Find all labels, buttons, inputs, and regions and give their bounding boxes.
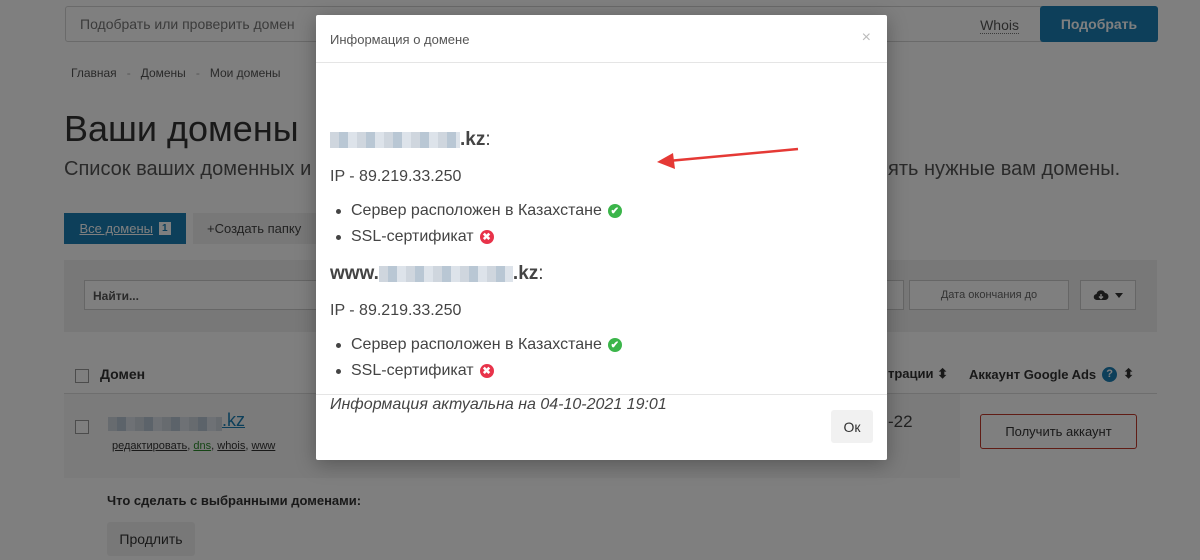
modal-footer: Ок [316,394,887,460]
list-item-text: SSL-сертификат [351,228,474,245]
list-item-text: Сервер расположен в Казахстане [351,202,602,219]
modal-body: .kz : IP - 89.219.33.250 Сервер располож… [316,63,887,413]
ip-address: IP - 89.219.33.250 [330,302,462,319]
cross-circle-icon: ✖ [479,364,494,378]
domain-colon: : [538,263,544,284]
list-item: Сервер расположен в Казахстане ✔ [330,336,622,354]
redacted-domain-name [330,132,460,148]
modal-header: Информация о домене × [316,15,887,63]
bullet-dot [336,368,341,374]
domain-suffix: .kz [512,263,539,284]
page: Подобрать или проверить домен Whois Подо… [0,0,1200,560]
domain-prefix: www. [330,263,379,284]
bullet-dot [336,234,341,240]
bullet-dot [336,208,341,214]
domain-info-modal: Информация о домене × .kz : IP - 89.219.… [316,15,887,460]
ip-address: IP - 89.219.33.250 [330,168,462,185]
list-item-text: SSL-сертификат [351,362,474,379]
list-item: SSL-сертификат ✖ [330,362,494,380]
domain-heading: www. .kz : [330,263,544,285]
bullet-dot [336,342,341,348]
domain-colon: : [485,129,491,150]
list-item: SSL-сертификат ✖ [330,228,494,246]
ok-button[interactable]: Ок [831,410,873,443]
check-circle-icon: ✔ [607,338,622,352]
list-item-text: Сервер расположен в Казахстане [351,336,602,353]
modal-title: Информация о домене [330,32,470,47]
list-item: Сервер расположен в Казахстане ✔ [330,202,622,220]
close-icon[interactable]: × [862,29,871,47]
cross-circle-icon: ✖ [479,230,494,244]
redacted-domain-name [378,266,513,282]
check-circle-icon: ✔ [607,204,622,218]
domain-heading: .kz : [330,129,491,151]
domain-suffix: .kz [460,129,486,150]
